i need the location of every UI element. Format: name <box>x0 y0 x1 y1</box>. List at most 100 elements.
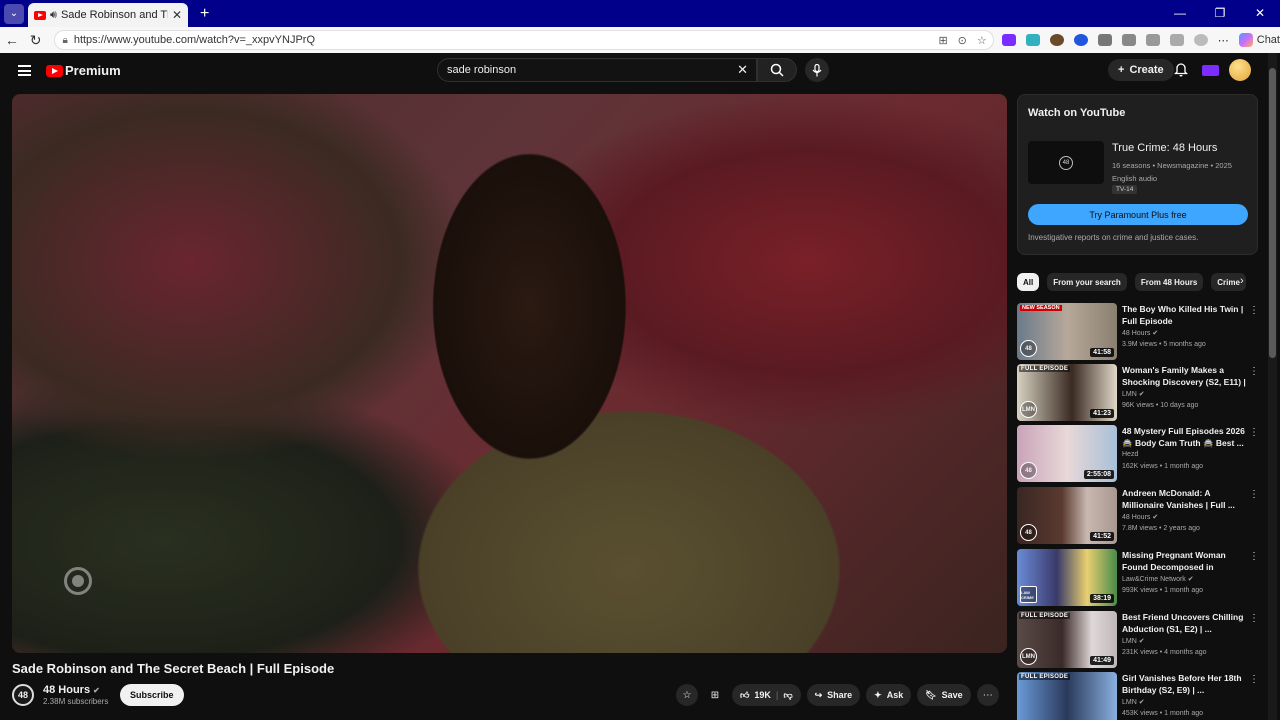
chevron-right-icon[interactable]: › <box>1240 275 1244 287</box>
extension-icon[interactable] <box>1049 34 1064 46</box>
ask-button[interactable]: ✦ Ask <box>866 684 912 706</box>
video-thumbnail[interactable]: 48 2:55:08 <box>1017 425 1117 482</box>
list-item[interactable]: LAW CRIME 38:19 Missing Pregnant Woman F… <box>1017 549 1262 606</box>
more-options-icon[interactable]: ⋮ <box>1249 551 1259 562</box>
channel-name[interactable]: LMN ✔ <box>1122 698 1145 706</box>
extension-icon[interactable] <box>1121 34 1136 46</box>
thumbs-down-icon[interactable]: 👎︎ <box>783 690 792 701</box>
video-thumbnail[interactable]: LAW CRIME 38:19 <box>1017 549 1117 606</box>
profile-icon[interactable] <box>1193 34 1208 46</box>
try-paramount-button[interactable]: Try Paramount Plus free <box>1028 204 1248 225</box>
channel-name[interactable]: 48 Hours ✔ <box>1122 329 1158 337</box>
view-meta: 162K views • 1 month ago <box>1122 463 1204 470</box>
show-thumbnail[interactable]: 48 <box>1028 141 1104 184</box>
channel-name[interactable]: 48 Hours ✔ <box>43 684 108 696</box>
badge: FULL EPISODE <box>1019 674 1071 680</box>
extension-icon[interactable] <box>1001 34 1016 46</box>
grid-icon[interactable]: ⊞ <box>704 684 726 706</box>
show-title[interactable]: True Crime: 48 Hours <box>1112 142 1217 154</box>
chip-all[interactable]: All <box>1017 273 1040 291</box>
share-button[interactable]: ↪ Share <box>806 684 861 706</box>
app-available-icon[interactable]: ⊞ <box>938 34 947 47</box>
channel-name[interactable]: LMN ✔ <box>1122 390 1145 398</box>
more-options-icon[interactable]: ⋮ <box>1249 427 1259 438</box>
favorites-icon[interactable] <box>1145 34 1160 46</box>
account-avatar[interactable] <box>1229 59 1251 81</box>
video-title[interactable]: Missing Pregnant Woman Found Decomposed … <box>1122 549 1247 573</box>
close-window-icon[interactable]: ✕ <box>1240 0 1280 27</box>
channel-name[interactable]: LMN ✔ <box>1122 637 1145 645</box>
youtube-logo[interactable]: Premium <box>46 63 121 78</box>
menu-icon[interactable] <box>18 63 31 79</box>
close-tab-icon[interactable]: ✕ <box>172 8 182 22</box>
minimize-icon[interactable]: — <box>1160 0 1200 27</box>
network-logo: LMN <box>1020 648 1037 665</box>
more-options-icon[interactable]: ⋮ <box>1249 305 1259 316</box>
more-actions-icon[interactable]: ⋯ <box>976 684 999 706</box>
list-item[interactable]: NEW SEASON 48 41:58 The Boy Who Killed H… <box>1017 303 1262 360</box>
premium-extension-icon[interactable] <box>1202 65 1219 76</box>
video-thumbnail[interactable]: 48 41:52 <box>1017 487 1117 544</box>
more-options-icon[interactable]: ⋮ <box>1249 489 1259 500</box>
video-title[interactable]: The Boy Who Killed His Twin | Full Episo… <box>1122 303 1247 327</box>
maximize-icon[interactable]: ❐ <box>1200 0 1240 27</box>
video-player[interactable] <box>12 94 1007 653</box>
copilot-chat-button[interactable]: Chat <box>1238 33 1280 47</box>
address-toolbar: ← ↻ 🔒︎ https://www.youtube.com/watch?v=_… <box>0 27 1280 53</box>
clear-search-icon[interactable]: ✕ <box>737 62 748 78</box>
video-thumbnail[interactable]: FULL EPISODE LMN 41:49 <box>1017 611 1117 668</box>
collections-icon[interactable] <box>1169 34 1184 46</box>
browser-tab[interactable]: 🔊︎ Sade Robinson and The Secret ✕ <box>28 3 188 27</box>
chip-from-your-search[interactable]: From your search <box>1047 273 1127 291</box>
notifications-bell-icon[interactable] <box>1174 62 1188 77</box>
speaker-icon[interactable]: 🔊︎ <box>50 9 57 22</box>
list-item[interactable]: FULL EPISODE LMN 41:49 Best Friend Uncov… <box>1017 611 1262 668</box>
more-options-icon[interactable]: ⋮ <box>1249 613 1259 624</box>
site-info-icon[interactable]: 🔒︎ <box>63 35 68 46</box>
youtube-favicon-icon <box>34 10 46 20</box>
channel-name[interactable]: 48 Hours ✔ <box>1122 513 1158 521</box>
extensions-puzzle-icon[interactable] <box>1097 34 1112 46</box>
video-title[interactable]: Andreen McDonald: A Millionaire Vanishes… <box>1122 487 1247 511</box>
extension-icon[interactable] <box>1073 34 1088 46</box>
favorite-star-icon[interactable]: ☆ <box>977 34 987 47</box>
refresh-icon[interactable]: ↻ <box>24 32 48 49</box>
star-icon[interactable]: ☆ <box>676 684 698 706</box>
plus-icon: + <box>1118 64 1125 76</box>
channel-name[interactable]: Hezd <box>1122 451 1138 458</box>
address-bar[interactable]: 🔒︎ https://www.youtube.com/watch?v=_xxpv… <box>53 30 994 50</box>
voice-search-button[interactable] <box>805 58 829 82</box>
video-thumbnail[interactable]: FULL EPISODE LMN 41:23 <box>1017 364 1117 421</box>
like-button[interactable]: 👍︎ 19K | 👎︎ <box>732 684 801 706</box>
video-title[interactable]: 48 Mystery Full Episodes 2026 🚔 Body Cam… <box>1122 425 1247 449</box>
video-thumbnail[interactable]: FULL EPISODE <box>1017 672 1117 720</box>
back-icon[interactable]: ← <box>0 32 24 48</box>
page-scrollbar[interactable] <box>1268 53 1277 720</box>
channel-avatar[interactable]: 48 <box>12 684 34 706</box>
video-title[interactable]: Woman's Family Makes a Shocking Discover… <box>1122 364 1247 388</box>
zoom-icon[interactable]: ⊙ <box>958 34 967 47</box>
list-item[interactable]: FULL EPISODE Girl Vanishes Before Her 18… <box>1017 672 1262 720</box>
more-menu-icon[interactable]: ⋯ <box>1218 34 1229 47</box>
create-button[interactable]: + Create <box>1108 59 1174 81</box>
subscribe-button[interactable]: Subscribe <box>120 684 184 706</box>
video-title: Sade Robinson and The Secret Beach | Ful… <box>12 661 335 676</box>
search-input[interactable]: sade robinson ✕ <box>437 58 757 82</box>
save-button[interactable]: 🔖︎ Save <box>917 684 971 706</box>
search-button[interactable] <box>757 58 797 82</box>
extension-icon[interactable] <box>1025 34 1040 46</box>
tab-actions-icon[interactable]: ⌄ <box>4 3 24 24</box>
search-value: sade robinson <box>447 64 517 76</box>
video-thumbnail[interactable]: NEW SEASON 48 41:58 <box>1017 303 1117 360</box>
new-tab-icon[interactable]: + <box>200 5 209 23</box>
more-options-icon[interactable]: ⋮ <box>1249 674 1259 685</box>
list-item[interactable]: FULL EPISODE LMN 41:23 Woman's Family Ma… <box>1017 364 1262 421</box>
channel-name[interactable]: Law&Crime Network ✔ <box>1122 575 1194 583</box>
chip-from-48-hours[interactable]: From 48 Hours <box>1134 273 1204 291</box>
video-title[interactable]: Girl Vanishes Before Her 18th Birthday (… <box>1122 672 1247 696</box>
scrollbar-thumb[interactable] <box>1269 68 1276 358</box>
list-item[interactable]: 48 2:55:08 48 Mystery Full Episodes 2026… <box>1017 425 1262 482</box>
more-options-icon[interactable]: ⋮ <box>1249 366 1259 377</box>
list-item[interactable]: 48 41:52 Andreen McDonald: A Millionaire… <box>1017 487 1262 544</box>
video-title[interactable]: Best Friend Uncovers Chilling Abduction … <box>1122 611 1247 635</box>
